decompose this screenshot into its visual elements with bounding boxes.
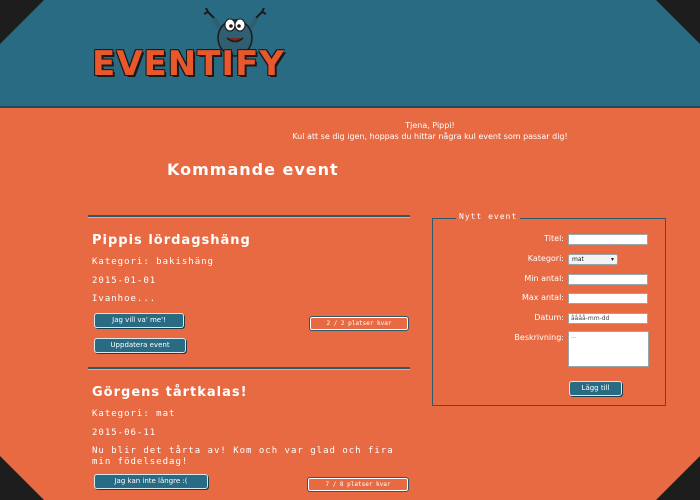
category-select[interactable]: mat ▾ (568, 254, 618, 265)
leave-event-button[interactable]: Jag kan inte längre :( (94, 474, 208, 489)
frame-corner (656, 456, 700, 500)
event-title: Görgens tårtkalas! (92, 385, 248, 400)
join-event-button[interactable]: Jag vill va' me'! (94, 313, 184, 328)
site-header: EVENTIFY (0, 0, 700, 108)
max-count-label: Max antal: (521, 293, 564, 302)
description-textarea[interactable]: ... (568, 331, 649, 367)
title-label: Titel: (544, 234, 564, 243)
update-event-button[interactable]: Uppdatera event (94, 338, 186, 353)
min-count-input[interactable] (568, 274, 648, 285)
event-description: Ivanhoe... (92, 294, 157, 304)
title-input[interactable] (568, 234, 648, 245)
greeting-line-1: Tjena, Pippi! (405, 121, 455, 130)
date-input[interactable]: åååå-mm-dd (568, 313, 648, 324)
event-date: 2015-01-01 (92, 276, 157, 286)
spots-left-badge: 2 / 2 platser kvar (309, 316, 409, 331)
new-event-form (432, 218, 666, 406)
min-count-label: Min antal: (524, 274, 564, 283)
chevron-down-icon: ▾ (610, 256, 614, 263)
category-label: Kategori: (527, 254, 564, 263)
site-logo[interactable]: EVENTIFY (92, 44, 285, 84)
frame-corner (0, 0, 44, 44)
add-event-button[interactable]: Lägg till (569, 381, 622, 396)
date-label: Datum: (534, 313, 564, 322)
description-label: Beskrivning: (514, 333, 564, 342)
event-category: Kategori: mat (92, 409, 176, 419)
frame-corner (656, 0, 700, 44)
event-date: 2015-06-11 (92, 428, 157, 438)
spots-left-badge: 7 / 8 platser kvar (307, 477, 409, 492)
new-event-legend: Nytt event (456, 212, 521, 221)
frame-corner (0, 456, 44, 500)
max-count-input[interactable] (568, 293, 648, 304)
greeting: Tjena, Pippi! Kul att se dig igen, hoppa… (270, 120, 590, 142)
app-frame: EVENTIFY Tjena, Pippi! Kul att se dig ig… (0, 0, 700, 500)
event-divider (88, 367, 410, 370)
event-description: Nu blir det tårta av! Kom och var glad o… (92, 446, 394, 467)
category-selected-value: mat (572, 256, 584, 263)
event-divider (88, 215, 410, 218)
event-title: Pippis lördagshäng (92, 233, 251, 248)
page-title: Kommande event (167, 160, 339, 179)
event-category: Kategori: bakishäng (92, 257, 214, 267)
greeting-line-2: Kul att se dig igen, hoppas du hittar nå… (292, 132, 568, 141)
